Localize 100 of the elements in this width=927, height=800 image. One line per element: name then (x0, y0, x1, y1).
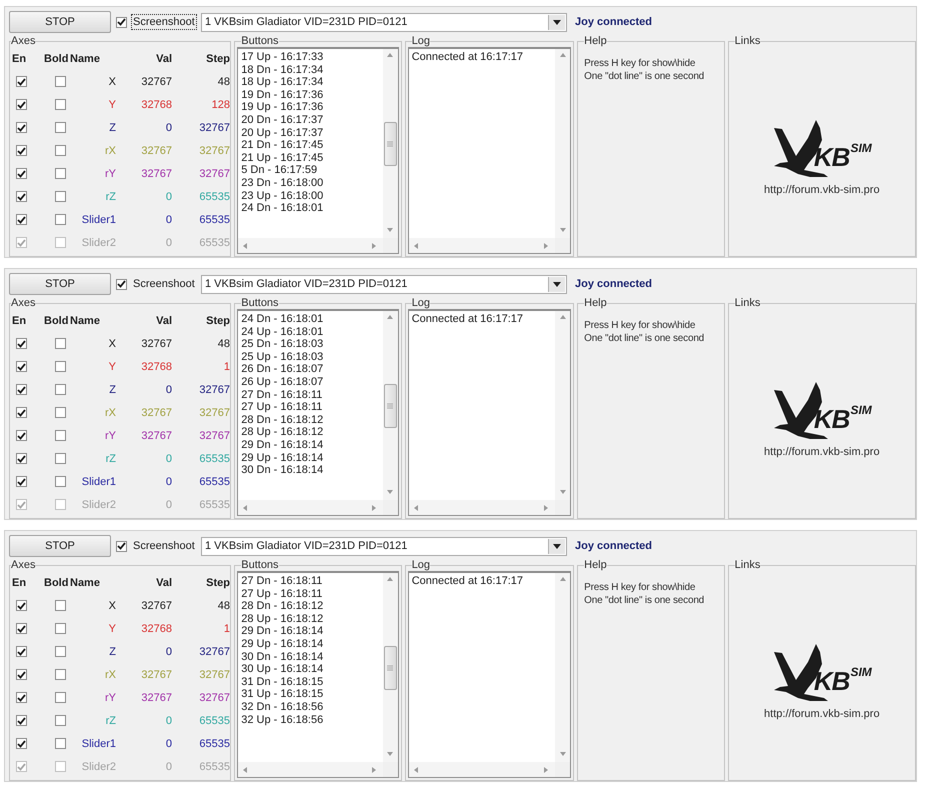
bold-checkbox[interactable] (54, 715, 66, 726)
bold-checkbox[interactable] (54, 214, 66, 225)
scroll-thumb[interactable] (384, 122, 397, 166)
bold-checkbox[interactable] (54, 384, 66, 395)
axis-value: 32767 (140, 144, 172, 156)
bold-checkbox[interactable] (54, 430, 66, 441)
list-line: 20 Up - 16:17:37 (241, 126, 324, 140)
scroll-up-icon[interactable] (386, 576, 394, 584)
horizontal-scrollbar[interactable] (238, 238, 383, 253)
forum-link[interactable]: http://forum.vkb-sim.pro (764, 708, 880, 720)
vertical-scrollbar[interactable] (382, 573, 398, 762)
axis-name: Z (108, 122, 116, 134)
bold-checkbox[interactable] (54, 168, 66, 179)
list-line: 30 Dn - 16:18:14 (241, 650, 324, 664)
enable-checkbox[interactable] (16, 715, 27, 726)
screenshot-checkbox[interactable] (116, 16, 127, 28)
screenshot-label[interactable]: Screenshoot (131, 14, 197, 30)
enable-checkbox[interactable] (16, 692, 27, 703)
enable-checkbox[interactable] (16, 623, 27, 634)
horizontal-scrollbar[interactable] (408, 762, 556, 777)
vertical-scrollbar[interactable] (555, 49, 570, 238)
enable-checkbox[interactable] (16, 453, 27, 464)
device-dropdown[interactable]: 1 VKBsim Gladiator VID=231D PID=0121 (201, 536, 567, 556)
axis-name: Slider1 (80, 738, 116, 750)
list-line: 23 Dn - 16:18:00 (241, 176, 324, 190)
enable-checkbox[interactable] (16, 407, 27, 418)
stop-button[interactable]: STOP (9, 273, 111, 295)
enable-checkbox[interactable] (16, 338, 27, 349)
group-title: Links (734, 560, 760, 571)
bold-checkbox[interactable] (54, 692, 66, 703)
enable-checkbox[interactable] (16, 384, 27, 395)
bold-checkbox[interactable] (54, 623, 66, 634)
axis-name: Slider2 (80, 498, 116, 510)
bold-checkbox[interactable] (54, 191, 66, 202)
bold-checkbox[interactable] (54, 600, 66, 611)
enable-checkbox[interactable] (16, 214, 27, 225)
screenshot-checkbox[interactable] (116, 278, 127, 290)
enable-checkbox[interactable] (16, 430, 27, 441)
enable-checkbox[interactable] (16, 669, 27, 680)
group-title: Links (734, 36, 760, 47)
screenshot-checkbox[interactable] (116, 540, 127, 552)
horizontal-scrollbar[interactable] (408, 500, 556, 515)
bold-checkbox[interactable] (54, 669, 66, 680)
screenshot-label[interactable]: Screenshoot (131, 276, 197, 292)
scroll-left-icon[interactable] (412, 766, 421, 774)
list-line: 26 Up - 16:18:07 (241, 376, 324, 389)
axis-name: rZ (104, 190, 116, 202)
enable-checkbox[interactable] (16, 122, 27, 133)
axis-name: Slider1 (80, 476, 116, 488)
forum-link[interactable]: http://forum.vkb-sim.pro (764, 184, 880, 196)
enable-checkbox[interactable] (16, 646, 27, 657)
axis-value: 32767 (140, 406, 172, 418)
log-textbox[interactable]: Connected at 16:17:17 (408, 309, 572, 516)
scroll-up-icon[interactable] (558, 52, 567, 60)
bold-checkbox[interactable] (54, 338, 66, 349)
device-dropdown[interactable]: 1 VKBsim Gladiator VID=231D PID=0121 (201, 274, 567, 294)
screenshot-label[interactable]: Screenshoot (131, 538, 197, 554)
bold-checkbox[interactable] (54, 453, 66, 464)
bold-checkbox[interactable] (54, 407, 66, 418)
enable-checkbox[interactable] (16, 145, 27, 156)
scroll-up-icon[interactable] (558, 314, 567, 322)
axis-value: 32768 (140, 622, 172, 634)
enable-checkbox[interactable] (16, 99, 27, 110)
vertical-scrollbar[interactable] (382, 311, 398, 500)
scroll-thumb[interactable] (384, 646, 397, 690)
device-dropdown[interactable]: 1 VKBsim Gladiator VID=231D PID=0121 (201, 12, 567, 32)
stop-button[interactable]: STOP (9, 535, 111, 557)
scroll-up-icon[interactable] (386, 314, 394, 322)
enable-checkbox[interactable] (16, 76, 27, 87)
scroll-left-icon[interactable] (412, 504, 421, 512)
horizontal-scrollbar[interactable] (408, 238, 556, 253)
vertical-scrollbar[interactable] (382, 49, 398, 238)
enable-checkbox[interactable] (16, 361, 27, 372)
vertical-scrollbar[interactable] (555, 311, 570, 500)
bold-checkbox[interactable] (54, 145, 66, 156)
scroll-up-icon[interactable] (558, 576, 567, 584)
bold-checkbox[interactable] (54, 476, 66, 487)
bold-checkbox[interactable] (54, 99, 66, 110)
forum-link[interactable]: http://forum.vkb-sim.pro (764, 446, 880, 458)
log-textbox[interactable]: Connected at 16:17:17 (408, 571, 572, 778)
scroll-up-icon[interactable] (386, 52, 394, 60)
scroll-thumb[interactable] (384, 384, 397, 428)
stop-button[interactable]: STOP (9, 11, 111, 33)
bold-checkbox[interactable] (54, 76, 66, 87)
enable-checkbox[interactable] (16, 476, 27, 487)
enable-checkbox[interactable] (16, 191, 27, 202)
enable-checkbox[interactable] (16, 600, 27, 611)
horizontal-scrollbar[interactable] (238, 762, 383, 777)
bold-checkbox[interactable] (54, 738, 66, 749)
bold-checkbox[interactable] (54, 646, 66, 657)
enable-checkbox[interactable] (16, 168, 27, 179)
enable-checkbox[interactable] (16, 738, 27, 749)
vertical-scrollbar[interactable] (555, 573, 570, 762)
axis-value: 0 (164, 214, 172, 226)
bold-checkbox[interactable] (54, 361, 66, 372)
bold-checkbox[interactable] (54, 122, 66, 133)
log-textbox[interactable]: Connected at 16:17:17 (408, 47, 572, 254)
horizontal-scrollbar[interactable] (238, 500, 383, 515)
axis-name: X (108, 76, 116, 88)
scroll-left-icon[interactable] (412, 242, 421, 250)
